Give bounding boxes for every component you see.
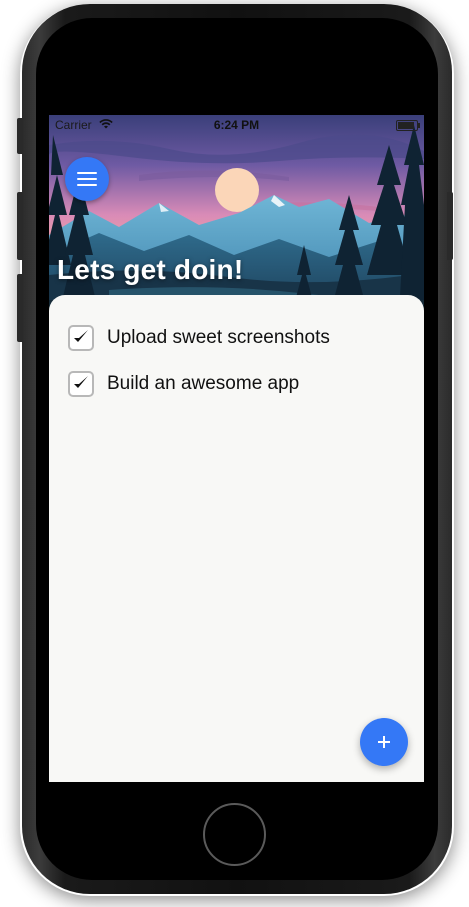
page-title: Lets get doin! (57, 254, 244, 285)
todo-item[interactable]: Build an awesome app (49, 365, 424, 411)
menu-button[interactable] (65, 157, 109, 201)
add-todo-button[interactable] (360, 718, 408, 766)
todo-item[interactable]: Upload sweet screenshots (49, 319, 424, 365)
home-button[interactable] (203, 803, 266, 866)
header-hero-image: Carrier 6:24 PM Lets get doin! (49, 115, 424, 315)
status-bar: Carrier 6:24 PM (49, 115, 424, 135)
todo-checkbox[interactable] (68, 325, 94, 351)
mute-switch (17, 118, 23, 154)
volume-down-button (17, 274, 23, 342)
app-screen: Carrier 6:24 PM Lets get doin! Upload sw… (49, 115, 424, 782)
volume-up-button (17, 192, 23, 260)
power-button (447, 192, 453, 260)
battery-icon (396, 120, 420, 131)
todo-text: Upload sweet screenshots (107, 327, 330, 348)
todo-sheet: Upload sweet screenshots Build an awesom… (49, 295, 424, 782)
checkmark-icon (74, 376, 88, 388)
todo-checkbox[interactable] (68, 371, 94, 397)
checkmark-icon (74, 330, 88, 342)
status-time: 6:24 PM (213, 118, 260, 132)
todo-text: Build an awesome app (107, 373, 300, 394)
todo-list: Upload sweet screenshots Build an awesom… (49, 319, 424, 411)
